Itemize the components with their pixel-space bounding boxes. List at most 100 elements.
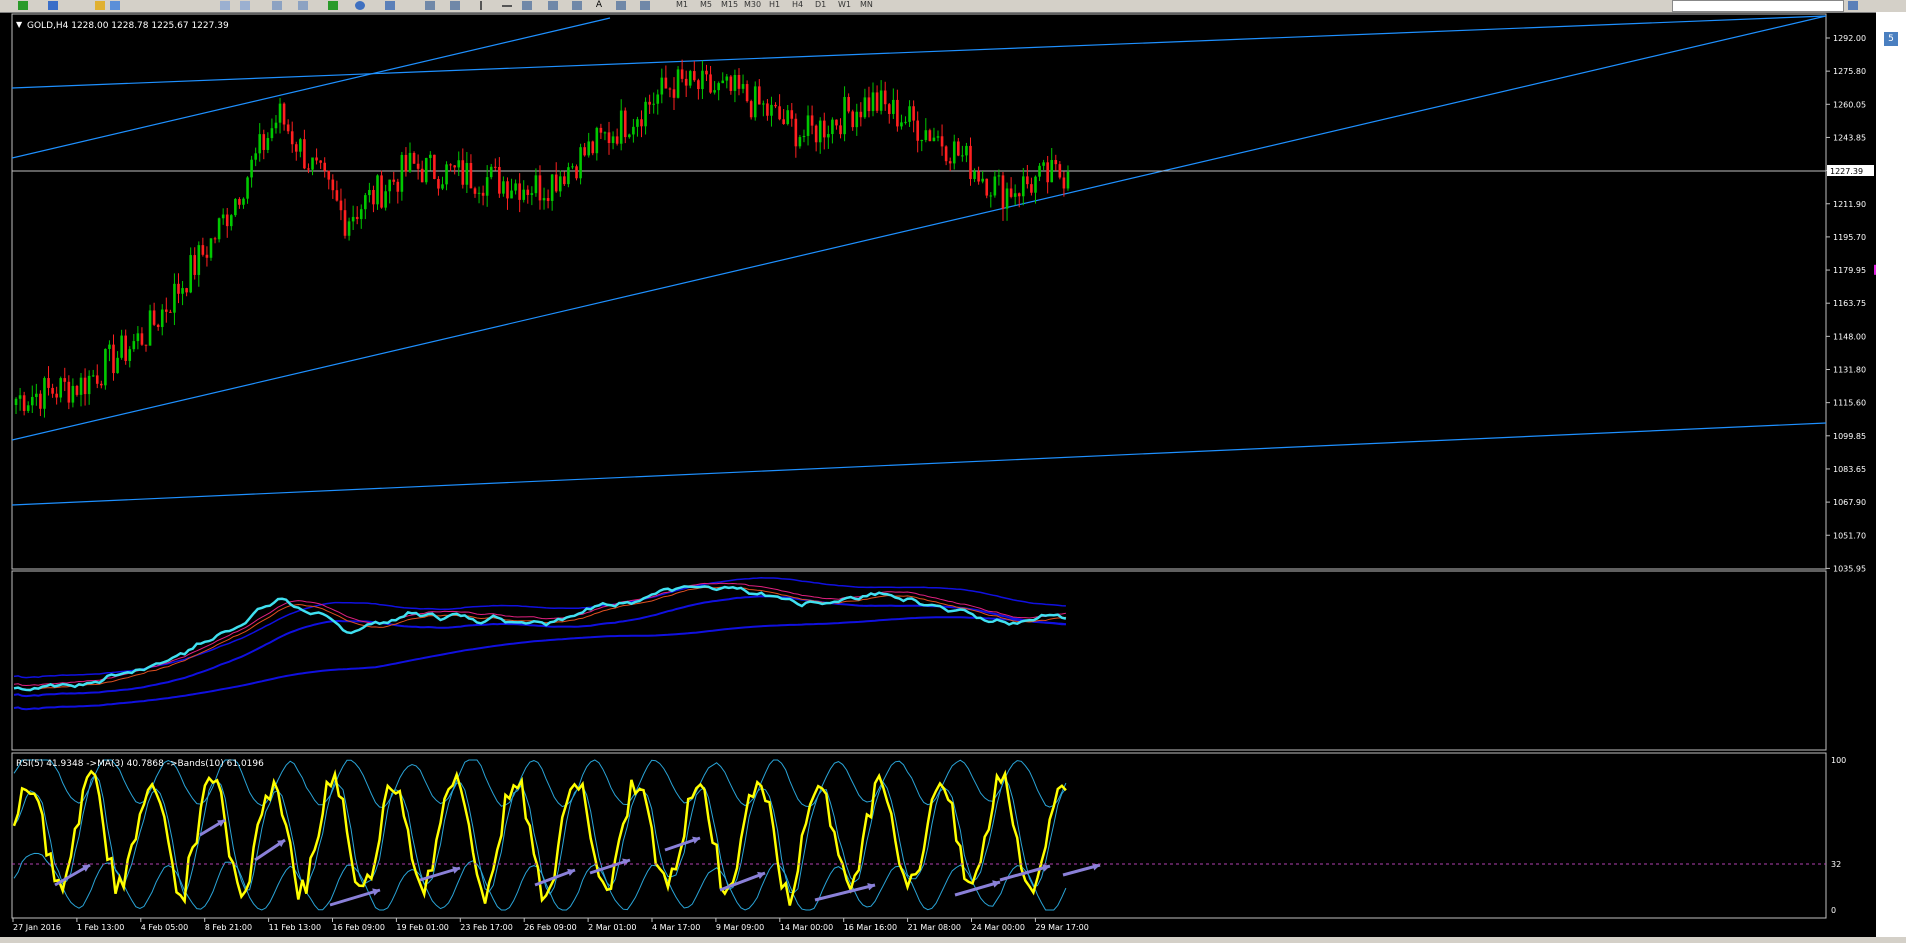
channel-icon[interactable] — [548, 1, 558, 10]
candle-body — [132, 341, 136, 350]
price-axis-label: 1131.80 — [1833, 366, 1866, 375]
candle-body — [928, 130, 932, 142]
trendline-support[interactable] — [12, 15, 1826, 441]
candle-body — [733, 74, 737, 91]
candle-body — [380, 175, 383, 208]
search-icon[interactable] — [1848, 1, 1858, 10]
candle-body — [762, 103, 765, 105]
chart-header-arrow[interactable]: ▼ — [16, 20, 23, 29]
candle-body — [79, 377, 83, 395]
folder-icon[interactable] — [48, 1, 58, 10]
indicator-icon[interactable] — [328, 1, 338, 10]
candle-body — [116, 357, 119, 374]
zoom-in-icon[interactable] — [220, 1, 230, 10]
chart-window[interactable]: ▼ GOLD,H4 1228.00 1228.78 1225.67 1227.3… — [0, 12, 1876, 937]
candle-body — [607, 132, 611, 144]
rsi-level-label: 32 — [1831, 860, 1841, 869]
timeframe-m30[interactable]: M30 — [744, 0, 761, 11]
horizontal-line-icon[interactable] — [502, 5, 512, 7]
time-axis-label: 8 Feb 21:00 — [205, 923, 252, 932]
candle-body — [376, 175, 379, 205]
candle-body — [632, 126, 635, 135]
candle-body — [1038, 165, 1041, 177]
crosshair-icon[interactable] — [450, 1, 460, 10]
timeframe-h1[interactable]: H1 — [769, 0, 780, 11]
candle-body — [323, 162, 327, 171]
side-panel-button[interactable]: 5 — [1884, 32, 1898, 46]
chart-candle-icon[interactable] — [272, 1, 282, 10]
candle-body — [757, 86, 761, 105]
candle-body — [489, 166, 493, 178]
chart-line-icon[interactable] — [298, 1, 308, 10]
timeframe-m15[interactable]: M15 — [721, 0, 738, 11]
time-axis-label: 21 Mar 08:00 — [908, 923, 961, 932]
price-axis-label: 1163.75 — [1833, 299, 1866, 308]
timeframe-d1[interactable]: D1 — [815, 0, 826, 11]
candle-body — [558, 176, 562, 192]
clock-icon[interactable] — [355, 1, 365, 10]
trendlines[interactable] — [12, 15, 1826, 506]
timeframe-m5[interactable]: M5 — [700, 0, 712, 11]
candle-body — [234, 199, 237, 216]
candle-body — [843, 97, 846, 135]
trendline-icon[interactable] — [522, 1, 532, 10]
search-input[interactable] — [1672, 0, 1844, 12]
candle-body — [957, 141, 960, 156]
trendline-steep[interactable] — [12, 17, 611, 159]
price-axis-label: 1115.60 — [1833, 399, 1866, 408]
candle-body — [900, 122, 903, 127]
candle-body — [372, 189, 375, 205]
candle-body — [209, 238, 213, 258]
candle-body — [1050, 160, 1054, 183]
candle-body — [599, 127, 603, 133]
candle-body — [530, 193, 534, 195]
candle-body — [1042, 162, 1045, 166]
save-icon[interactable] — [95, 1, 105, 10]
rsi-panel[interactable] — [11, 752, 1827, 919]
candle-body — [701, 70, 704, 90]
candle-body — [1017, 193, 1021, 197]
candle-body — [867, 97, 871, 112]
candle-body — [664, 77, 668, 89]
label-icon[interactable] — [616, 1, 626, 10]
candle-body — [871, 92, 875, 112]
candle-body — [433, 154, 436, 179]
zoom-out-icon[interactable] — [240, 1, 250, 10]
price-panel[interactable] — [11, 13, 1827, 570]
chart-bar-icon[interactable] — [110, 1, 120, 10]
timeframe-h4[interactable]: H4 — [792, 0, 803, 11]
candle-body — [416, 163, 420, 169]
candle-body — [75, 385, 79, 395]
candle-body — [794, 118, 798, 147]
candle-body — [1026, 176, 1029, 185]
trendline-lower-channel[interactable] — [12, 422, 1826, 506]
rsi-level-label: 100 — [1831, 756, 1846, 765]
candle-body — [717, 83, 720, 91]
text-tool-button[interactable]: A — [594, 0, 604, 11]
timeframe-w1[interactable]: W1 — [838, 0, 851, 11]
trendline-upper-channel[interactable] — [12, 15, 1826, 89]
divergence-arrow[interactable] — [329, 888, 381, 907]
candle-body — [83, 377, 87, 395]
arrow-icon[interactable] — [640, 1, 650, 10]
candle-body — [656, 94, 660, 104]
candle-body — [294, 144, 298, 152]
candle-body — [169, 311, 172, 313]
candle-body — [863, 97, 867, 118]
candle-body — [104, 348, 107, 386]
ma-upper-line — [13, 577, 1066, 679]
candle-body — [595, 127, 599, 154]
candle-body — [412, 152, 416, 164]
timeframe-mn[interactable]: MN — [860, 0, 873, 11]
vertical-line-icon[interactable] — [480, 1, 482, 10]
timeframe-m1[interactable]: M1 — [676, 0, 688, 11]
candle-body — [343, 210, 347, 236]
candle-body — [461, 160, 465, 185]
cursor-icon[interactable] — [425, 1, 435, 10]
candle-body — [534, 175, 538, 194]
fibonacci-icon[interactable] — [572, 1, 582, 10]
new-order-icon[interactable] — [18, 1, 28, 10]
bottom-tab-bar[interactable] — [0, 937, 1906, 943]
candle-body — [181, 288, 184, 294]
template-icon[interactable] — [385, 1, 395, 10]
